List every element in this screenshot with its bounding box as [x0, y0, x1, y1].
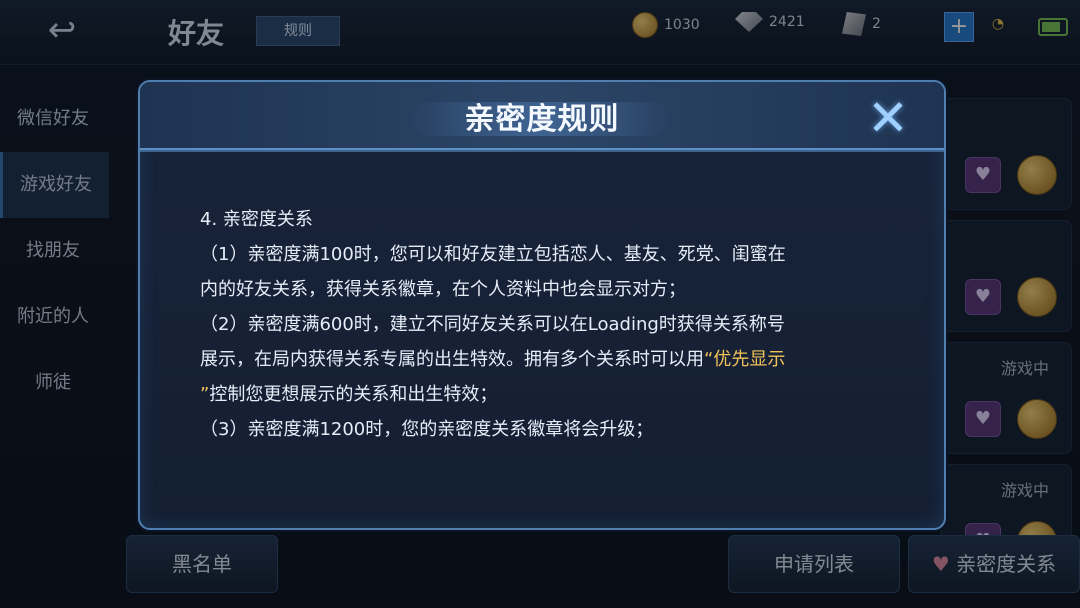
- crystal-balance: 2: [842, 12, 881, 36]
- medal-icon: [1017, 155, 1057, 195]
- friend-status: 游戏中: [1001, 481, 1050, 500]
- friend-card[interactable]: ♥: [940, 220, 1072, 332]
- modal-title: 亲密度规则: [464, 102, 620, 137]
- rule-2-line-2: 展示，在局内获得关系专属的出生特效。拥有多个关系时可以用“优先显示: [200, 342, 900, 377]
- intimacy-relationship-button[interactable]: ♥ 亲密度关系: [908, 535, 1080, 593]
- rule-2-text: 展示，在局内获得关系专属的出生特效。拥有多个关系时可以用: [200, 349, 704, 370]
- rule-2-line-1: （2）亲密度满600时，建立不同好友关系可以在Loading时获得关系称号: [200, 314, 785, 335]
- requests-list-button[interactable]: 申请列表: [728, 535, 900, 593]
- heart-icon: ♥: [965, 401, 1001, 437]
- modal-header: 亲密度规则 ✕: [140, 82, 944, 150]
- heart-icon: ♥: [931, 552, 950, 576]
- rule-2-text-end: 控制您更想展示的关系和出生特效；: [209, 384, 498, 405]
- heart-icon: ♥: [965, 279, 1001, 315]
- coin-icon: [632, 12, 658, 38]
- priority-display-highlight: “优先显示: [704, 349, 786, 370]
- blacklist-button[interactable]: 黑名单: [126, 535, 278, 593]
- close-icon: ✕: [867, 89, 909, 147]
- sidebar: 微信好友 游戏好友 找朋友 附近的人 师徒: [0, 86, 109, 416]
- diamond-icon: [735, 12, 763, 32]
- close-button[interactable]: ✕: [862, 92, 914, 144]
- sidebar-item-wechat-friends[interactable]: 微信好友: [0, 86, 106, 152]
- friend-card[interactable]: 游戏中 ♥: [940, 342, 1072, 454]
- diamond-count: 2421: [769, 14, 805, 30]
- intimacy-label: 亲密度关系: [956, 552, 1057, 576]
- friend-card[interactable]: ♥: [940, 98, 1072, 210]
- sidebar-item-nearby[interactable]: 附近的人: [0, 284, 106, 350]
- medal-icon: [1017, 277, 1057, 317]
- coin-count: 1030: [664, 17, 700, 33]
- heart-icon: ♥: [965, 157, 1001, 193]
- rules-content: 4. 亲密度关系 （1）亲密度满100时，您可以和好友建立包括恋人、基友、死党、…: [200, 202, 900, 447]
- friend-list-preview: ♥ ♥ 游戏中 ♥ 游戏中 ♥: [940, 98, 1080, 586]
- sidebar-item-game-friends[interactable]: 游戏好友: [0, 152, 109, 218]
- sidebar-item-mentor[interactable]: 师徒: [0, 350, 106, 416]
- section-title: 4. 亲密度关系: [200, 209, 313, 230]
- rule-1-line-1: （1）亲密度满100时，您可以和好友建立包括恋人、基友、死党、闺蜜在: [200, 244, 786, 265]
- friend-status: 游戏中: [1001, 359, 1050, 378]
- rule-3-line-1: （3）亲密度满1200时，您的亲密度关系徽章将会升级；: [200, 419, 654, 440]
- header-divider: [140, 150, 944, 152]
- rules-button[interactable]: 规则: [256, 16, 340, 46]
- crystal-count: 2: [872, 16, 881, 32]
- back-button[interactable]: ↩: [18, 10, 106, 50]
- top-bar: ↩ 好友 规则 1030 2421 2 + ◔: [0, 0, 1080, 65]
- rule-2-line-3: ”控制您更想展示的关系和出生特效；: [200, 377, 900, 412]
- wifi-icon: ◔: [991, 16, 1005, 32]
- crystal-icon: [842, 12, 866, 36]
- battery-icon: [1038, 18, 1068, 36]
- priority-display-highlight-end: ”: [200, 384, 210, 405]
- intimacy-rules-modal: 亲密度规则 ✕ 4. 亲密度关系 （1）亲密度满100时，您可以和好友建立包括恋…: [138, 80, 946, 530]
- coin-balance: 1030: [632, 12, 700, 38]
- diamond-balance: 2421: [735, 12, 805, 32]
- sidebar-item-find-friends[interactable]: 找朋友: [0, 218, 106, 284]
- plus-icon[interactable]: +: [944, 12, 974, 42]
- rule-1-line-2: 内的好友关系，获得关系徽章，在个人资料中也会显示对方；: [200, 279, 686, 300]
- medal-icon: [1017, 399, 1057, 439]
- page-title: 好友: [168, 17, 225, 50]
